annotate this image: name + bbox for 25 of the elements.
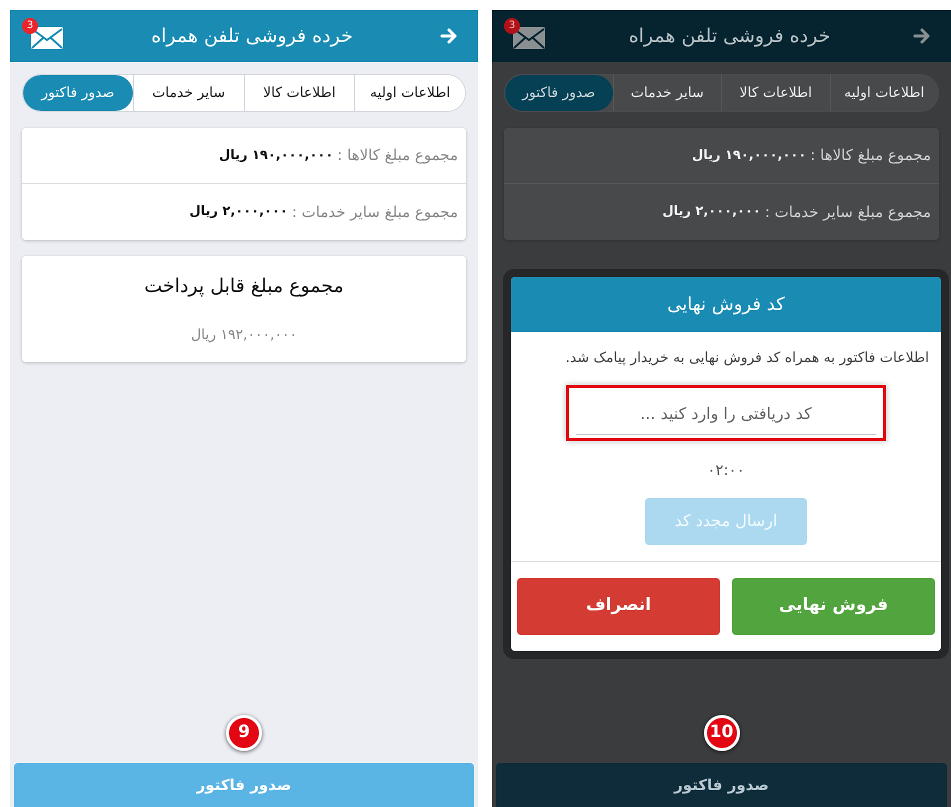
summary-value: ۲,۰۰۰,۰۰۰ ریال — [189, 203, 288, 222]
summary-label: مجموع مبلغ کالاها : — [810, 145, 931, 166]
summary-label: مجموع مبلغ سایر خدمات : — [764, 202, 931, 223]
app-title: خرده فروشی تلفن همراه — [628, 24, 830, 49]
step-badge: 9 — [226, 715, 262, 751]
tab[interactable]: اطلاعات اولیه — [354, 75, 465, 111]
tab[interactable]: صدور فاکتور — [23, 75, 133, 111]
notification-badge: 3 — [504, 18, 520, 34]
summary-value: ۲,۰۰۰,۰۰۰ ریال — [662, 203, 761, 222]
cancel-button[interactable]: انصراف — [517, 578, 720, 634]
dialog-title: کد فروش نهایی — [667, 293, 785, 317]
total-amount: ۱۹۲,۰۰۰,۰۰۰ ریال — [190, 326, 298, 344]
total-title: مجموع مبلغ قابل پرداخت — [144, 274, 344, 299]
countdown-timer: ۰۲:۰۰ — [707, 460, 745, 481]
notification-badge: 3 — [22, 18, 38, 34]
step-badge: 10 — [704, 715, 740, 751]
app-title: خرده فروشی تلفن همراه — [151, 24, 353, 49]
summary-value: ۱۹۰,۰۰۰,۰۰۰ ریال — [692, 146, 806, 165]
summary-label: مجموع مبلغ سایر خدمات : — [292, 202, 458, 223]
dialog-message: اطلاعات فاکتور به همراه کد فروش نهایی به خریدار پیامک شد. — [564, 349, 930, 368]
summary-label: مجموع مبلغ کالاها : — [337, 145, 458, 166]
summary-value: ۱۹۰,۰۰۰,۰۰۰ ریال — [218, 146, 334, 165]
back-arrow-icon[interactable] — [913, 27, 931, 45]
tab[interactable]: صدور فاکتور — [505, 75, 612, 111]
issue-invoice-button[interactable]: صدور فاکتور — [496, 763, 947, 807]
